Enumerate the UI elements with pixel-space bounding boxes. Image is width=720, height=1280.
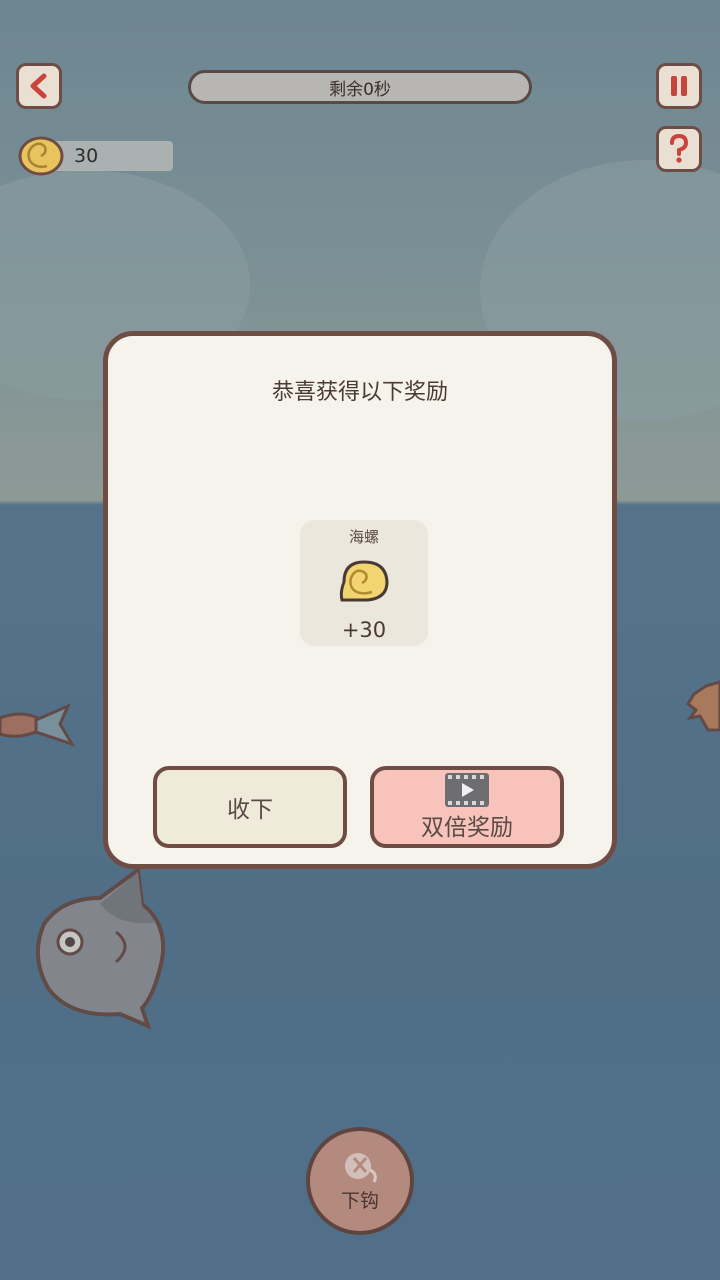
back-button[interactable]: [16, 63, 62, 109]
video-play-icon: [445, 773, 489, 807]
pause-button[interactable]: [656, 63, 702, 109]
cast-hook-label: 下钩: [340, 1189, 379, 1212]
shell-currency: 30: [18, 135, 173, 177]
snail-shell-icon: [18, 136, 64, 176]
snail-shell-icon: [339, 560, 389, 602]
dialog-title: 恭喜获得以下奖励: [271, 380, 448, 405]
double-reward-button[interactable]: 双倍奖励: [370, 766, 564, 848]
currency-count: 30: [74, 145, 99, 167]
cast-hook-button[interactable]: 下钩: [306, 1127, 414, 1235]
accept-label: 收下: [227, 797, 273, 823]
question-icon: [670, 134, 689, 163]
pause-icon: [671, 76, 687, 96]
hook-icon: [345, 1152, 377, 1183]
double-reward-label: 双倍奖励: [421, 815, 513, 841]
help-button[interactable]: [656, 126, 702, 172]
reward-dialog: 恭喜获得以下奖励 海螺 +30 收下 双倍奖励: [103, 331, 617, 869]
reward-name: 海螺: [348, 528, 379, 546]
reward-amount: +30: [341, 618, 387, 642]
chevron-left-icon: [30, 73, 47, 99]
accept-button[interactable]: 收下: [153, 766, 347, 848]
currency-background: [48, 141, 173, 171]
reward-item: 海螺 +30: [300, 520, 428, 646]
timer-bar: 剩余0秒: [188, 70, 532, 104]
timer-text: 剩余0秒: [329, 79, 391, 100]
